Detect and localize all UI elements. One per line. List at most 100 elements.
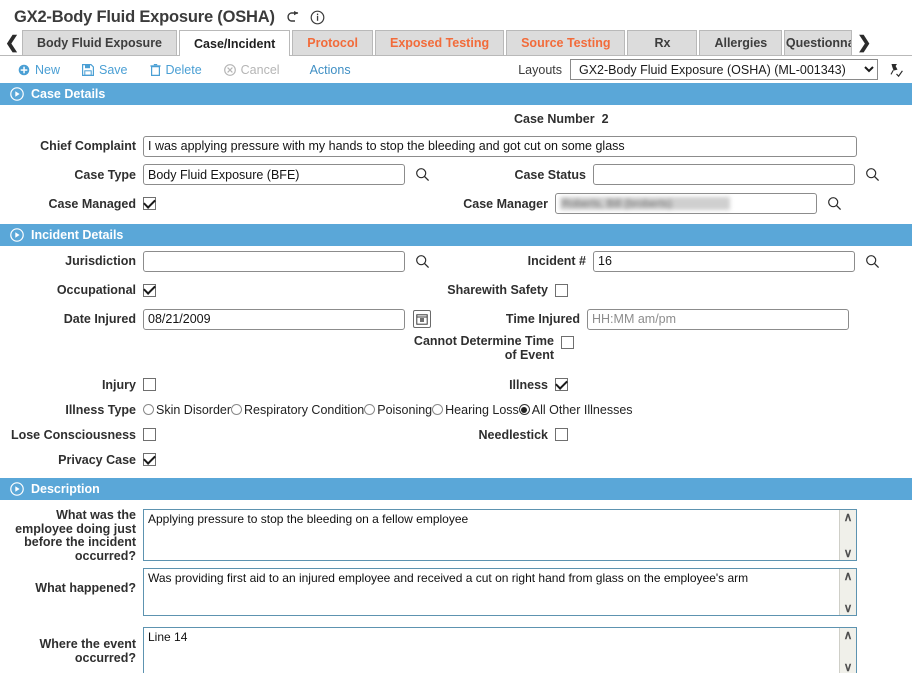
scroll-up-icon[interactable]: ∧ (844, 511, 853, 523)
case-managed-label: Case Managed (48, 196, 136, 211)
incident-number-input[interactable] (593, 250, 855, 272)
pin-check-icon[interactable] (888, 62, 904, 78)
scroll-down-icon[interactable]: ∨ (844, 547, 853, 559)
sharewith-safety-checkbox[interactable] (555, 283, 568, 297)
radio-poisoning[interactable]: Poisoning (364, 403, 432, 417)
radio-skin-disorder-button[interactable] (143, 404, 154, 415)
tab-exposed-testing[interactable]: Exposed Testing (375, 30, 505, 55)
cannot-determine-checkbox[interactable] (561, 336, 574, 349)
date-injured-input[interactable] (143, 308, 405, 330)
radio-skin-disorder-label: Skin Disorder (156, 402, 232, 417)
floppy-disk-icon (82, 63, 95, 76)
radio-respiratory-condition[interactable]: Respiratory Condition (231, 403, 364, 417)
radio-all-other-illnesses[interactable]: All Other Illnesses (518, 403, 633, 417)
case-number-value: 2 (601, 111, 609, 126)
section-header-description[interactable]: Description (0, 478, 912, 500)
collapse-toggle-icon[interactable] (10, 87, 24, 101)
actions-menu[interactable]: Actions (310, 63, 351, 77)
tab-questionnaire[interactable]: Questionna (784, 30, 853, 55)
save-label: Save (99, 62, 128, 77)
save-button[interactable]: Save (82, 63, 128, 77)
scroll-up-icon[interactable]: ∧ (844, 629, 853, 641)
info-icon[interactable] (310, 10, 325, 25)
q2-textarea[interactable]: Was providing first aid to an injured em… (143, 568, 857, 616)
row-illness-type: Illness Type Skin Disorder Respiratory C… (0, 397, 912, 422)
jurisdiction-input[interactable] (143, 250, 405, 272)
case-type-label: Case Type (74, 167, 136, 182)
radio-poisoning-button[interactable] (364, 404, 376, 415)
section-header-incident-details[interactable]: Incident Details (0, 224, 912, 246)
privacy-case-checkbox[interactable] (143, 453, 156, 466)
q1-value[interactable]: Applying pressure to stop the bleeding o… (144, 510, 839, 560)
scroll-down-icon[interactable]: ∨ (844, 602, 853, 614)
row-privacy-case: Privacy Case (0, 447, 912, 472)
title-bar: GX2-Body Fluid Exposure (OSHA) (0, 0, 912, 30)
row-question-3: Where the event occurred? Line 14 ∧ ∨ (0, 624, 912, 673)
lose-consciousness-checkbox[interactable] (143, 428, 156, 441)
q3-value[interactable]: Line 14 (144, 628, 839, 673)
toolbar: New Save Delete Cancel Actions Layouts G… (0, 56, 912, 83)
needlestick-checkbox[interactable] (555, 428, 568, 441)
layouts-label: Layouts (518, 62, 562, 77)
q3-scrollbar[interactable]: ∧ ∨ (839, 628, 856, 673)
case-status-search-icon[interactable] (861, 165, 883, 185)
plus-circle-icon (18, 64, 30, 76)
q1-scrollbar[interactable]: ∧ ∨ (839, 510, 856, 560)
tabs-scroll-left-icon[interactable]: ❮ (2, 30, 22, 55)
radio-skin-disorder[interactable]: Skin Disorder (143, 403, 231, 417)
row-occupational-sharewith: Occupational Sharewith Safety (0, 276, 912, 304)
incident-number-label: Incident # (527, 254, 586, 268)
collapse-toggle-icon[interactable] (10, 228, 24, 242)
q1-textarea[interactable]: Applying pressure to stop the bleeding o… (143, 509, 857, 561)
tab-source-testing[interactable]: Source Testing (506, 30, 626, 55)
collapse-toggle-icon[interactable] (10, 482, 24, 496)
new-label: New (35, 62, 61, 77)
scroll-up-icon[interactable]: ∧ (844, 570, 853, 582)
radio-hearing-loss-button[interactable] (432, 404, 444, 415)
row-date-time-injured: Date Injured Time Injured (0, 304, 912, 334)
return-arrow-icon[interactable] (284, 10, 301, 25)
row-chief-complaint: Chief Complaint (0, 132, 912, 160)
radio-respiratory-condition-button[interactable] (231, 404, 243, 415)
tab-protocol[interactable]: Protocol (292, 30, 373, 55)
tab-body-fluid-exposure[interactable]: Body Fluid Exposure (22, 30, 178, 55)
jurisdiction-search-icon[interactable] (411, 251, 433, 271)
illness-checkbox[interactable] (555, 378, 568, 391)
time-injured-label: Time Injured (505, 312, 580, 326)
layouts-select[interactable]: GX2-Body Fluid Exposure (OSHA) (ML-00134… (570, 59, 878, 80)
tab-rx[interactable]: Rx (627, 30, 698, 55)
case-type-search-icon[interactable] (411, 165, 433, 185)
q3-textarea[interactable]: Line 14 ∧ ∨ (143, 627, 857, 673)
row-injury-illness: Injury Illness (0, 372, 912, 397)
jurisdiction-label: Jurisdiction (65, 254, 136, 268)
radio-all-other-illnesses-button[interactable] (518, 404, 530, 415)
scroll-down-icon[interactable]: ∨ (844, 661, 853, 673)
occupational-checkbox[interactable] (143, 283, 156, 297)
q1-label: What was the employee doing just before … (15, 508, 136, 563)
case-status-input[interactable] (593, 164, 855, 185)
injury-checkbox[interactable] (143, 378, 156, 391)
cancel-button[interactable]: Cancel (223, 63, 280, 77)
row-cannot-determine: Cannot Determine Time of Event (0, 334, 912, 372)
case-manager-search-icon[interactable] (823, 194, 845, 214)
row-jurisdiction-incident: Jurisdiction Incident # (0, 246, 912, 276)
incident-details-form: Jurisdiction Incident # Occupational Sha… (0, 246, 912, 472)
time-injured-input[interactable] (587, 308, 849, 330)
case-managed-checkbox[interactable] (143, 197, 156, 210)
incident-number-search-icon[interactable] (861, 251, 883, 271)
q2-value[interactable]: Was providing first aid to an injured em… (144, 569, 839, 615)
chief-complaint-input[interactable] (143, 135, 857, 157)
new-button[interactable]: New (18, 63, 60, 77)
case-manager-value: Roberts, Bill (broberts) (560, 197, 730, 210)
tabs-scroll-right-icon[interactable]: ❯ (854, 30, 874, 55)
tab-case-incident[interactable]: Case/Incident (179, 30, 291, 56)
tab-allergies[interactable]: Allergies (699, 30, 783, 55)
row-case-number: Case Number 2 (0, 105, 912, 132)
q2-scrollbar[interactable]: ∧ ∨ (839, 569, 856, 615)
page-title: GX2-Body Fluid Exposure (OSHA) (14, 7, 275, 26)
case-type-input[interactable] (143, 164, 405, 185)
row-question-2: What happened? Was providing first aid t… (0, 564, 912, 624)
delete-button[interactable]: Delete (149, 63, 202, 77)
radio-hearing-loss[interactable]: Hearing Loss (432, 403, 519, 417)
section-header-case-details[interactable]: Case Details (0, 83, 912, 105)
